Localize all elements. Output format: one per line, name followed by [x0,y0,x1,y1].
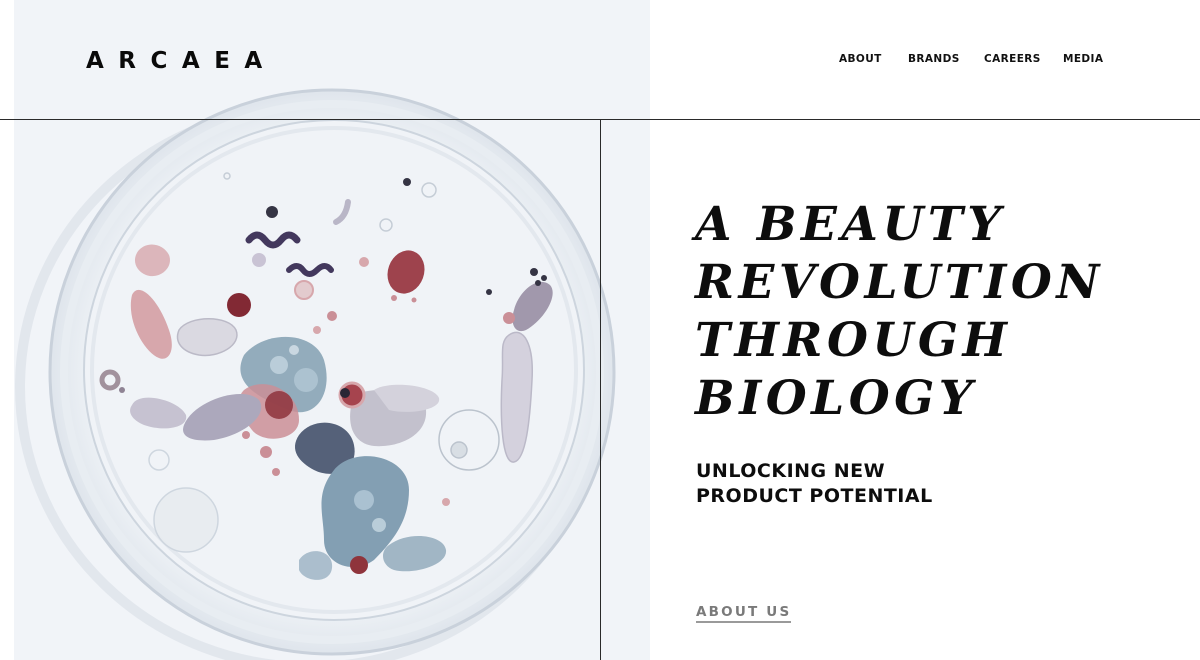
headline-line: BIOLOGY [695,371,977,426]
about-us-link[interactable]: ABOUT US [696,604,792,623]
main-nav: ABOUT BRANDS CAREERS MEDIA [0,53,1200,67]
hero-image-panel [14,0,650,660]
nav-item-careers[interactable]: CAREERS [984,53,1041,65]
hero-subheading: UNLOCKING NEW PRODUCT POTENTIAL [696,459,933,509]
nav-item-brands[interactable]: BRANDS [908,53,960,65]
headline-line: THROUGH [695,313,1012,368]
vertical-divider [600,120,601,660]
hero-headline: A BEAUTY REVOLUTION THROUGH BIOLOGY [695,196,1175,428]
nav-item-media[interactable]: MEDIA [1063,53,1103,65]
headline-line: A BEAUTY [695,197,1006,252]
petri-dish-image [15,88,616,660]
subhead-line: UNLOCKING NEW [696,460,886,482]
nav-item-about[interactable]: ABOUT [839,53,882,65]
subhead-line: PRODUCT POTENTIAL [696,485,933,507]
headline-line: REVOLUTION [695,255,1104,310]
